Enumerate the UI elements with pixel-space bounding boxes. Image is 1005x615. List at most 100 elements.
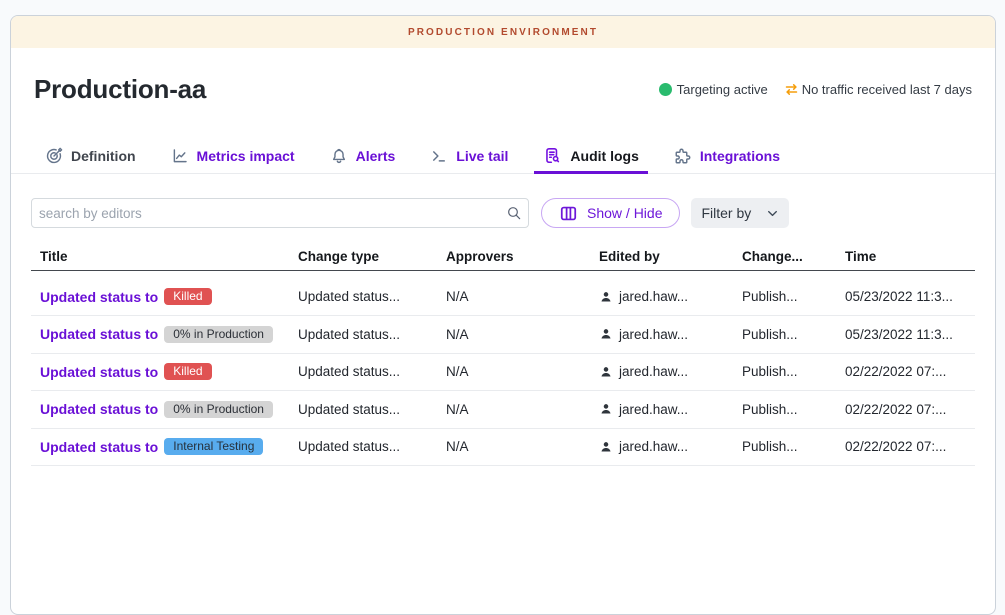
tab-alerts[interactable]: Alerts	[321, 140, 405, 174]
table-body: Updated status to Killed Updated status...…	[31, 271, 975, 466]
title-link[interactable]: Updated status to	[40, 289, 158, 305]
person-icon	[599, 327, 613, 341]
traffic-arrows-icon	[784, 82, 799, 97]
doc-search-icon	[543, 146, 562, 165]
column-header: Edited by	[590, 242, 733, 270]
puzzle-icon	[674, 147, 692, 165]
edited-by-name: jared.haw...	[619, 364, 688, 379]
show-hide-label: Show / Hide	[587, 205, 662, 221]
line-chart-icon	[171, 147, 189, 165]
cell-title: Updated status to Killed	[31, 354, 289, 391]
title-link[interactable]: Updated status to	[40, 439, 158, 455]
cell-changed-by: Publish...	[733, 316, 836, 353]
table-row: Updated status to0% in ProductionUpdated…	[31, 316, 975, 354]
cell-title: Updated status to 0% in Production	[31, 391, 289, 428]
cell-edited-by: jared.haw...	[590, 429, 733, 466]
cell-change-type: Updated status...	[289, 354, 437, 391]
show-hide-button[interactable]: Show / Hide	[541, 198, 680, 228]
cell-title: Updated status to Internal Testing	[31, 429, 289, 466]
terminal-icon	[430, 147, 448, 165]
environment-banner-label: PRODUCTION ENVIRONMENT	[408, 27, 598, 38]
cell-edited-by: jared.haw...	[590, 316, 733, 353]
tab-audit-logs[interactable]: Audit logs	[534, 140, 647, 174]
status-badge: Internal Testing	[164, 438, 263, 455]
cell-changed-by: Publish...	[733, 354, 836, 391]
tab-label: Integrations	[700, 148, 780, 164]
title-link[interactable]: Updated status to	[40, 401, 158, 417]
tab-label: Live tail	[456, 148, 508, 164]
tab-live-tail[interactable]: Live tail	[421, 140, 517, 174]
tab-label: Metrics impact	[197, 148, 295, 164]
table-row: Updated status to Killed Updated status...…	[31, 271, 975, 316]
column-header: Time	[836, 242, 975, 270]
person-icon	[599, 365, 613, 379]
traffic-status: No traffic received last 7 days	[784, 82, 972, 97]
targeting-status: Targeting active	[659, 82, 768, 97]
audit-log-table: TitleChange typeApproversEdited byChange…	[31, 228, 975, 466]
page-title: Production-aa	[34, 74, 206, 105]
edited-by-name: jared.haw...	[619, 327, 688, 342]
column-header: Change type	[289, 242, 437, 270]
cell-time: 05/23/2022 11:3...	[836, 316, 975, 353]
tab-label: Alerts	[356, 148, 396, 164]
cell-edited-by: jared.haw...	[590, 391, 733, 428]
status-group: Targeting active No traffic received las…	[659, 82, 972, 97]
edited-by-name: jared.haw...	[619, 439, 688, 454]
cell-time: 02/22/2022 07:...	[836, 429, 975, 466]
cell-change-type: Updated status...	[289, 391, 437, 428]
cell-time: 02/22/2022 07:...	[836, 354, 975, 391]
cell-change-type: Updated status...	[289, 316, 437, 353]
targeting-status-label: Targeting active	[677, 82, 768, 97]
tab-bar: Definition Metrics impact Alerts Live tail A…	[11, 130, 995, 174]
table-header-row: TitleChange typeApproversEdited byChange…	[31, 228, 975, 271]
status-badge: Killed	[164, 363, 211, 380]
edited-by-name: jared.haw...	[619, 289, 688, 304]
environment-banner: PRODUCTION ENVIRONMENT	[11, 16, 995, 48]
filter-by-label: Filter by	[701, 205, 751, 221]
cell-approvers: N/A	[437, 354, 590, 391]
cell-title: Updated status to Killed	[31, 278, 289, 315]
title-link[interactable]: Updated status to	[40, 364, 158, 380]
table-row: Updated status to Killed Updated status...…	[31, 354, 975, 392]
column-header: Approvers	[437, 242, 590, 270]
tab-definition[interactable]: Definition	[36, 140, 145, 174]
status-badge: 0% in Production	[164, 326, 273, 343]
cell-approvers: N/A	[437, 278, 590, 315]
cell-change-type: Updated status...	[289, 429, 437, 466]
tab-label: Definition	[71, 148, 136, 164]
title-link[interactable]: Updated status to	[40, 326, 158, 342]
flag-detail-card: PRODUCTION ENVIRONMENT Production-aa Tar…	[10, 15, 996, 615]
tab-integrations[interactable]: Integrations	[665, 140, 789, 174]
columns-icon	[559, 204, 578, 223]
toolbar: Show / Hide Filter by	[31, 198, 975, 228]
table-row: Updated status toInternal TestingUpdated…	[31, 429, 975, 467]
column-header: Title	[31, 242, 289, 270]
cell-time: 05/23/2022 11:3...	[836, 278, 975, 315]
chevron-down-icon	[766, 207, 779, 220]
cell-changed-by: Publish...	[733, 278, 836, 315]
cell-approvers: N/A	[437, 316, 590, 353]
status-badge: 0% in Production	[164, 401, 273, 418]
page-header: Production-aa Targeting active No traffi…	[11, 48, 995, 130]
tab-metrics-impact[interactable]: Metrics impact	[162, 140, 304, 174]
cell-time: 02/22/2022 07:...	[836, 391, 975, 428]
traffic-status-label: No traffic received last 7 days	[802, 82, 972, 97]
cell-approvers: N/A	[437, 429, 590, 466]
cell-edited-by: jared.haw...	[590, 354, 733, 391]
table-row: Updated status to0% in ProductionUpdated…	[31, 391, 975, 429]
status-badge: Killed	[164, 288, 211, 305]
person-icon	[599, 440, 613, 454]
cell-title: Updated status to 0% in Production	[31, 316, 289, 353]
tab-label: Audit logs	[570, 148, 638, 164]
cell-change-type: Updated status...	[289, 278, 437, 315]
bell-icon	[330, 147, 348, 165]
target-dart-icon	[45, 147, 63, 165]
cell-approvers: N/A	[437, 391, 590, 428]
search-input[interactable]	[31, 198, 529, 228]
person-icon	[599, 402, 613, 416]
cell-changed-by: Publish...	[733, 429, 836, 466]
filter-by-button[interactable]: Filter by	[691, 198, 789, 228]
search-box	[31, 198, 529, 228]
edited-by-name: jared.haw...	[619, 402, 688, 417]
person-icon	[599, 290, 613, 304]
